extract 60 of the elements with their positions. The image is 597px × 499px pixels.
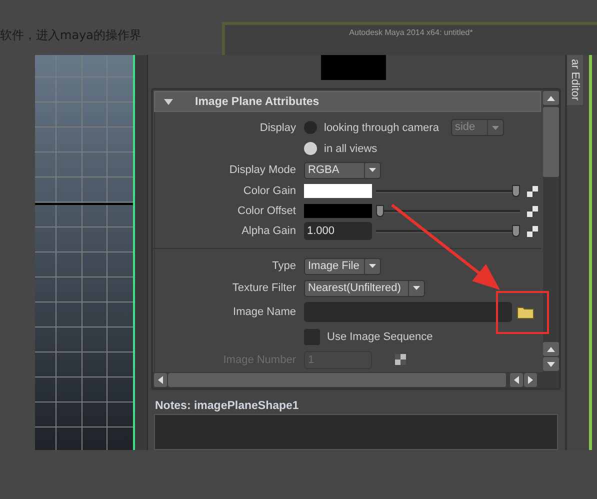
left-arrow-icon — [158, 376, 163, 384]
field-label: Color Gain — [242, 185, 297, 197]
radio-label: looking through camera — [324, 122, 439, 134]
slider[interactable] — [376, 184, 520, 198]
slider[interactable] — [376, 224, 520, 238]
display-mode-dropdown[interactable]: RGBA — [304, 162, 381, 178]
folder-icon[interactable] — [517, 306, 534, 318]
side-tab[interactable]: ar Editor — [567, 55, 583, 105]
right-arrow-icon — [528, 376, 533, 384]
checkbox-label: Use Image Sequence — [327, 331, 433, 343]
number-field[interactable]: 1.000 — [304, 222, 372, 240]
field-label: Image Name — [232, 306, 297, 318]
splitter-handle[interactable] — [135, 55, 148, 450]
scroll-left-button[interactable] — [154, 373, 167, 387]
caret-icon — [413, 286, 420, 290]
radio-button[interactable] — [304, 121, 317, 134]
texture-filter-dropdown[interactable]: Nearest(Unfiltered) — [304, 280, 425, 296]
scroll-right-button[interactable] — [524, 373, 537, 387]
field-label: Alpha Gain — [240, 225, 297, 237]
slider[interactable] — [376, 204, 520, 218]
checkbox[interactable] — [304, 329, 320, 345]
section-header[interactable]: Image Plane Attributes — [154, 91, 541, 112]
slider-thumb[interactable] — [512, 185, 520, 197]
slider-thumb[interactable] — [512, 225, 520, 237]
radio-button[interactable] — [304, 142, 317, 155]
collapse-triangle-icon — [164, 98, 173, 104]
window-title: Autodesk Maya 2014 x64: untitled* — [349, 28, 473, 37]
left-arrow-icon — [514, 376, 519, 384]
checker-icon[interactable] — [527, 206, 538, 216]
highlight-rectangle — [496, 291, 549, 334]
slider-thumb[interactable] — [376, 205, 384, 217]
radio-label: in all views — [324, 142, 378, 154]
scroll-left-button[interactable] — [510, 373, 523, 387]
caret-icon — [492, 126, 499, 130]
field-label: Type — [271, 260, 297, 272]
scroll-thumb[interactable] — [543, 107, 559, 177]
field-label: Display Mode — [228, 164, 297, 176]
color-swatch[interactable] — [304, 204, 372, 218]
vertical-scrollbar[interactable] — [543, 90, 559, 372]
field-label: Display — [258, 122, 297, 134]
scroll-thumb[interactable] — [168, 373, 506, 387]
caret-icon — [369, 264, 376, 268]
horizontal-scrollbar[interactable] — [153, 372, 559, 388]
image-preview — [320, 55, 386, 80]
field-label: Color Offset — [236, 205, 297, 217]
caret-icon — [369, 168, 376, 172]
image-name-field[interactable] — [304, 302, 512, 322]
color-swatch[interactable] — [304, 184, 372, 198]
down-arrow-icon — [547, 362, 555, 366]
scroll-up-button[interactable] — [543, 91, 559, 105]
field-label: Texture Filter — [231, 282, 297, 294]
notes-label: Notes: imagePlaneShape1 — [154, 399, 300, 414]
notes-field[interactable] — [154, 414, 558, 450]
up-arrow-icon — [547, 346, 555, 352]
checker-icon[interactable] — [527, 226, 538, 236]
up-arrow-icon — [547, 96, 555, 100]
scroll-up-button[interactable] — [543, 342, 559, 356]
checker-icon[interactable] — [527, 186, 538, 196]
type-dropdown[interactable]: Image File — [304, 258, 381, 274]
scroll-down-button[interactable] — [543, 357, 559, 371]
